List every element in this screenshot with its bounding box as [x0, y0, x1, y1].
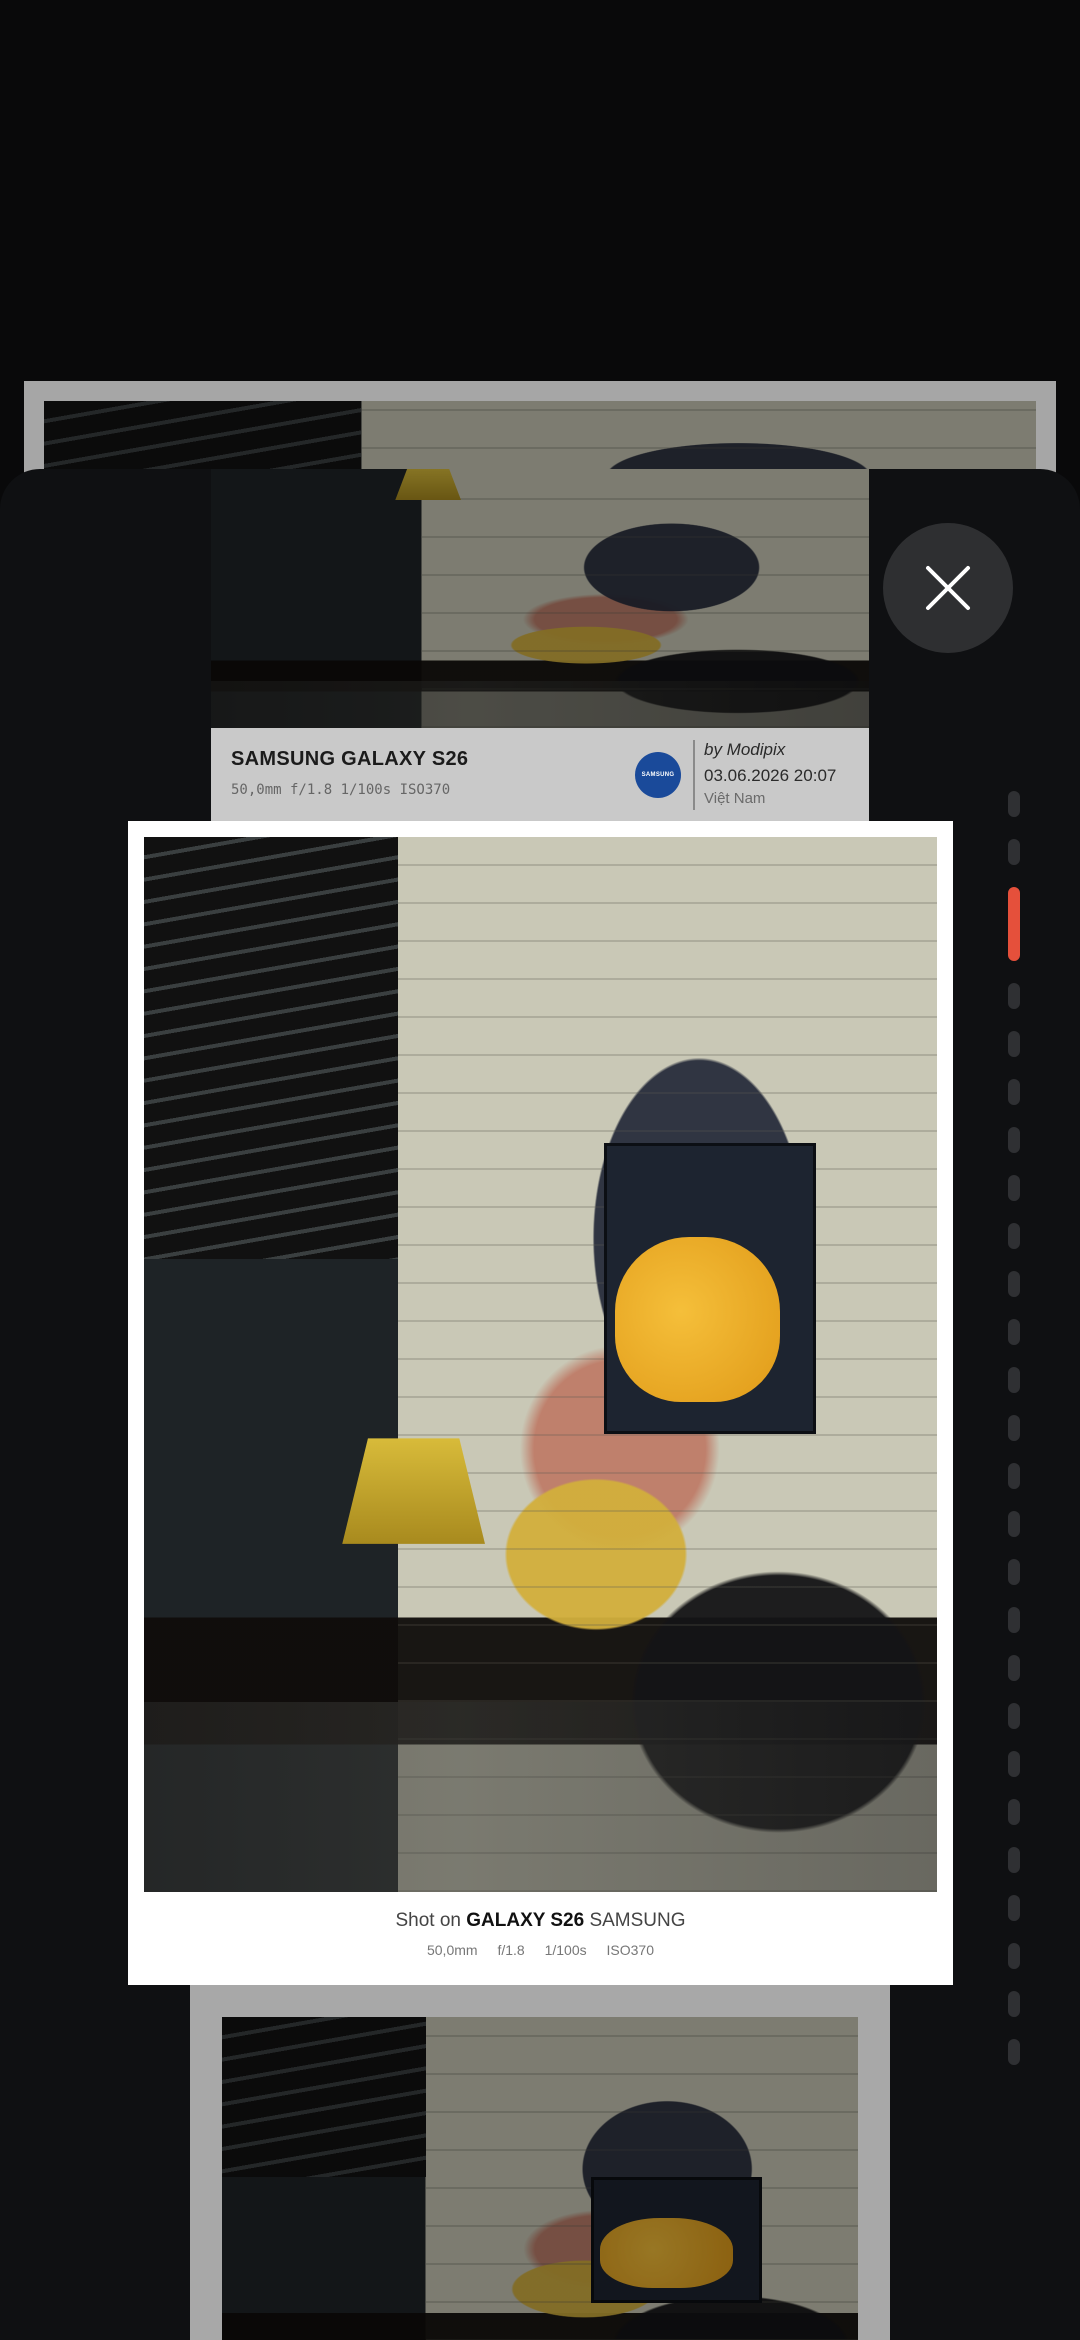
page-dot[interactable]	[1008, 1367, 1020, 1393]
shot-on-caption: Shot on GALAXY S26 SAMSUNG	[128, 1910, 953, 1932]
page-dot-active[interactable]	[1008, 887, 1020, 961]
camera-model: SAMSUNG GALAXY S26	[231, 748, 469, 770]
page-dot[interactable]	[1008, 1319, 1020, 1345]
previous-photo-card[interactable]: SAMSUNG GALAXY S26 50,0mm f/1.8 1/100s I…	[211, 469, 869, 821]
painting	[603, 1142, 817, 1434]
next-photo-card[interactable]	[190, 1985, 890, 2340]
capture-datetime: 03.06.2026 20:07	[704, 766, 837, 785]
page-dot[interactable]	[1008, 1463, 1020, 1489]
page-dot[interactable]	[1008, 1559, 1020, 1585]
author-name: by Modipix	[704, 740, 786, 759]
previous-photo	[211, 469, 869, 728]
close-button[interactable]	[883, 523, 1013, 653]
camera-specs: 50,0mm f/1.8 1/100s ISO370	[231, 782, 451, 798]
main-photo-card[interactable]: Shot on GALAXY S26 SAMSUNG 50,0mm f/1.8 …	[128, 821, 953, 1985]
next-photo	[222, 2017, 858, 2340]
page-dot[interactable]	[1008, 1895, 1020, 1921]
page-dot[interactable]	[1008, 1271, 1020, 1297]
page-dot[interactable]	[1008, 1175, 1020, 1201]
shutter-speed: 1/100s	[544, 1942, 587, 1958]
brand-logo: SAMSUNG	[635, 752, 681, 798]
camera-model: GALAXY S26	[466, 1910, 585, 1931]
page-dot[interactable]	[1008, 1511, 1020, 1537]
divider	[693, 740, 695, 810]
page-dot[interactable]	[1008, 791, 1020, 817]
page-dot[interactable]	[1008, 1799, 1020, 1825]
page-dot[interactable]	[1008, 1655, 1020, 1681]
main-photo	[144, 837, 937, 1892]
focal-length: 50,0mm	[426, 1942, 478, 1958]
page-dot[interactable]	[1008, 1847, 1020, 1873]
page-dot[interactable]	[1008, 1703, 1020, 1729]
page-dot[interactable]	[1008, 1415, 1020, 1441]
page-dot[interactable]	[1008, 1751, 1020, 1777]
page-dot[interactable]	[1008, 983, 1020, 1009]
previous-photo-info: SAMSUNG GALAXY S26 50,0mm f/1.8 1/100s I…	[211, 728, 869, 821]
page-dot[interactable]	[1008, 2039, 1020, 2065]
page-dot[interactable]	[1008, 1079, 1020, 1105]
camera-specs: 50,0mm f/1.8 1/100s ISO370	[128, 1942, 953, 1958]
page-dot[interactable]	[1008, 1943, 1020, 1969]
shot-prefix: Shot on	[395, 1910, 461, 1931]
page-dot[interactable]	[1008, 1127, 1020, 1153]
camera-brand: SAMSUNG	[589, 1910, 686, 1931]
iso: ISO370	[606, 1942, 655, 1958]
close-icon	[926, 566, 970, 610]
aperture: f/1.8	[497, 1942, 525, 1958]
page-dot[interactable]	[1008, 839, 1020, 865]
page-dot[interactable]	[1008, 1607, 1020, 1633]
page-dot[interactable]	[1008, 1991, 1020, 2017]
page-dot[interactable]	[1008, 1223, 1020, 1249]
capture-location: Việt Nam	[704, 790, 766, 807]
page-dot[interactable]	[1008, 1031, 1020, 1057]
photo-viewer-sheet: SAMSUNG GALAXY S26 50,0mm f/1.8 1/100s I…	[0, 469, 1080, 2340]
